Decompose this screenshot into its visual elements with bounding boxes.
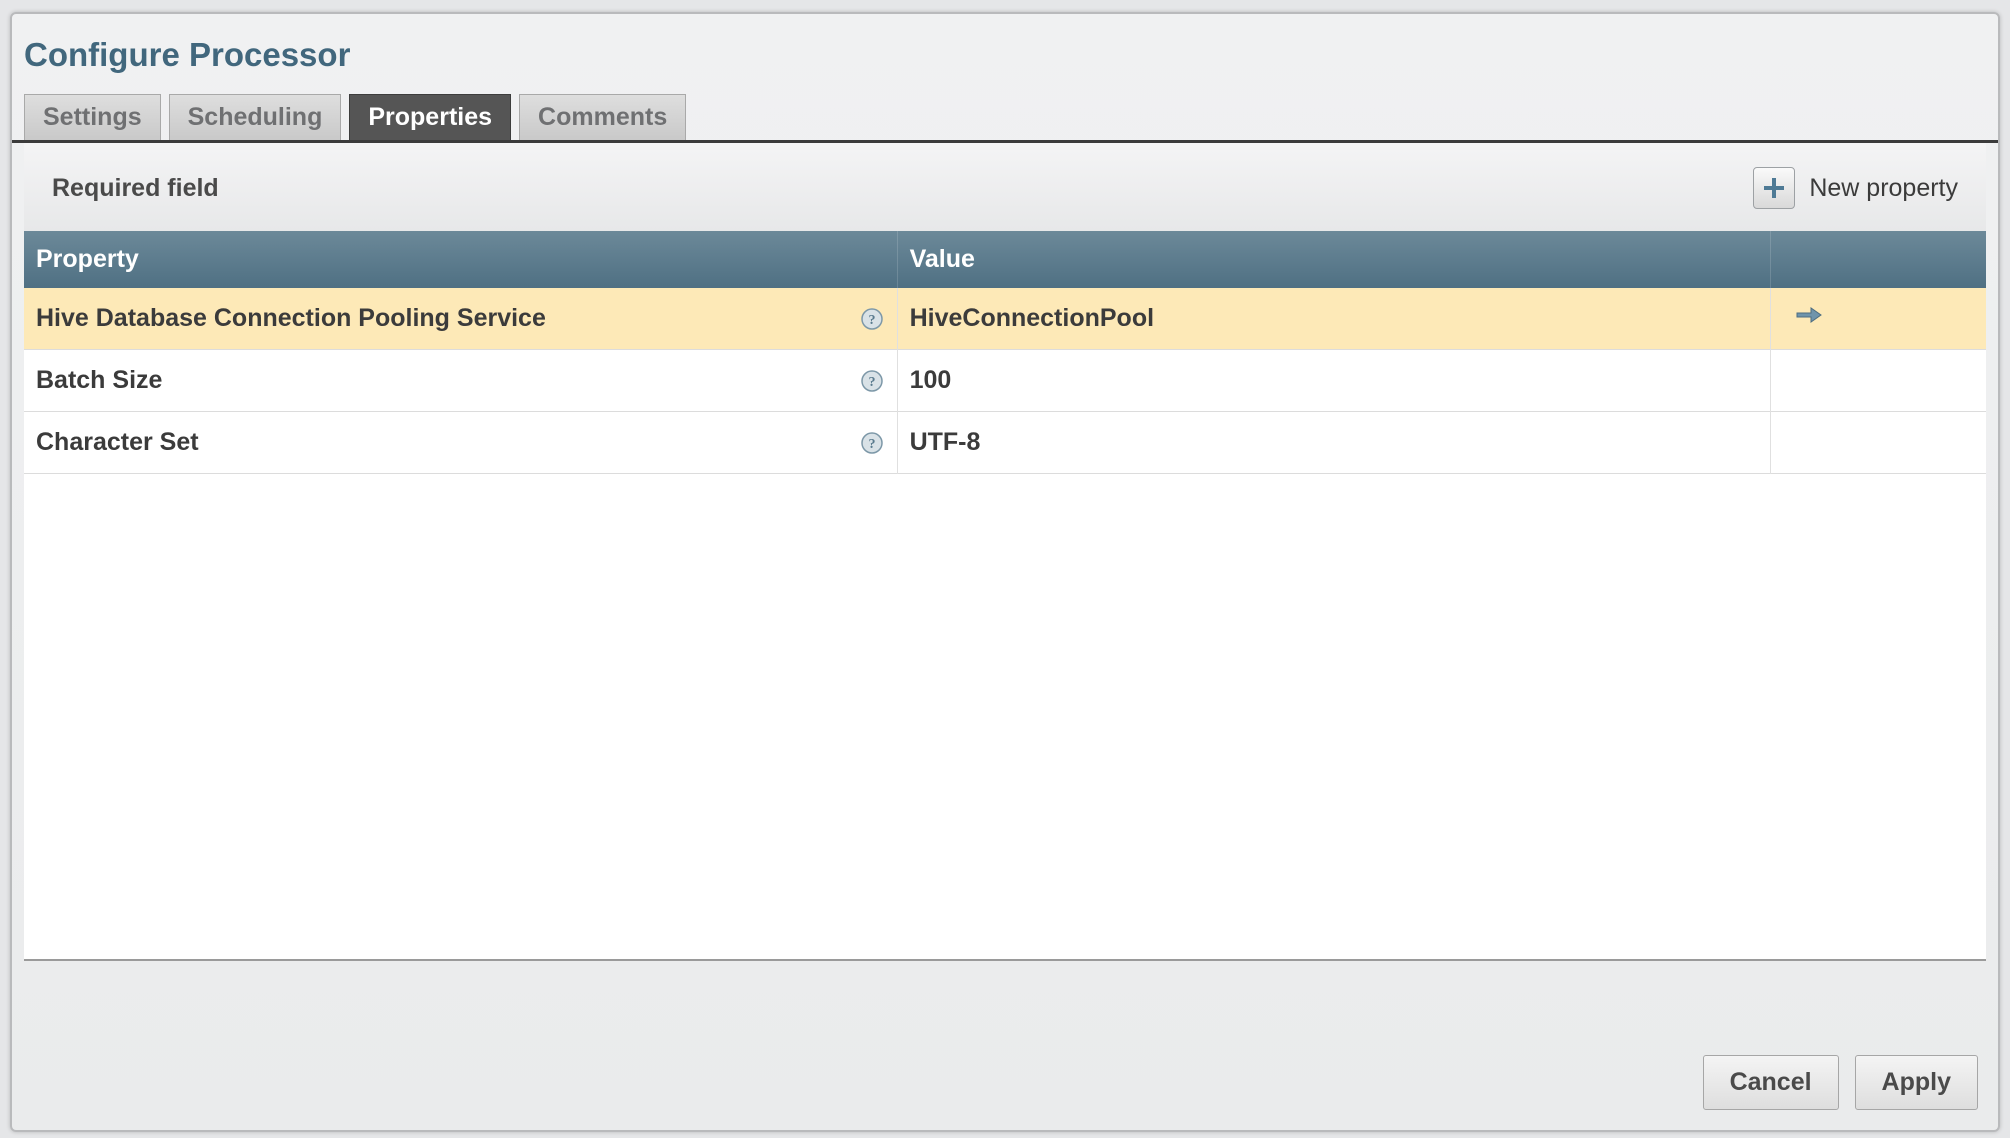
table-row[interactable]: Batch Size ? 100 [24, 350, 1986, 412]
property-name: Character Set [36, 428, 199, 456]
svg-text:?: ? [868, 437, 875, 452]
help-icon[interactable]: ? [861, 432, 883, 454]
properties-table: Property Value Hive Database Connection … [24, 231, 1986, 474]
new-property-button[interactable]: New property [1753, 167, 1958, 209]
column-header-value: Value [897, 231, 1770, 288]
tab-properties[interactable]: Properties [349, 94, 511, 140]
goto-arrow-icon[interactable] [1795, 304, 1823, 326]
property-name: Hive Database Connection Pooling Service [36, 304, 546, 332]
configure-processor-dialog: Configure Processor Settings Scheduling … [10, 12, 2000, 1132]
required-field-label: Required field [52, 174, 219, 203]
column-header-property: Property [24, 231, 897, 288]
property-value-cell[interactable]: HiveConnectionPool [897, 288, 1770, 350]
property-name: Batch Size [36, 366, 162, 394]
property-value: UTF-8 [910, 428, 981, 456]
help-icon[interactable]: ? [861, 370, 883, 392]
tab-comments[interactable]: Comments [519, 94, 686, 140]
properties-table-container: Property Value Hive Database Connection … [24, 231, 1986, 961]
column-header-actions [1770, 231, 1986, 288]
property-value-cell[interactable]: 100 [897, 350, 1770, 412]
property-name-cell: Batch Size ? [24, 350, 897, 412]
table-row[interactable]: Character Set ? UTF-8 [24, 412, 1986, 474]
dialog-footer: Cancel Apply [1703, 1055, 1978, 1110]
property-name-cell: Character Set ? [24, 412, 897, 474]
properties-toolbar: Required field New property [24, 143, 1986, 231]
svg-text:?: ? [868, 313, 875, 328]
property-action-cell [1770, 412, 1986, 474]
table-row[interactable]: Hive Database Connection Pooling Service… [24, 288, 1986, 350]
property-action-cell [1770, 350, 1986, 412]
property-value: HiveConnectionPool [910, 304, 1154, 332]
plus-icon [1753, 167, 1795, 209]
property-value: 100 [910, 366, 952, 394]
new-property-label: New property [1809, 174, 1958, 203]
tab-settings[interactable]: Settings [24, 94, 161, 140]
property-action-cell [1770, 288, 1986, 350]
svg-text:?: ? [868, 375, 875, 390]
property-name-cell: Hive Database Connection Pooling Service… [24, 288, 897, 350]
cancel-button[interactable]: Cancel [1703, 1055, 1839, 1110]
dialog-title: Configure Processor [12, 14, 1998, 94]
help-icon[interactable]: ? [861, 308, 883, 330]
tab-body-properties: Required field New property Prope [12, 143, 1998, 961]
property-value-cell[interactable]: UTF-8 [897, 412, 1770, 474]
tab-scheduling[interactable]: Scheduling [169, 94, 342, 140]
tabs: Settings Scheduling Properties Comments [12, 94, 1998, 143]
apply-button[interactable]: Apply [1855, 1055, 1978, 1110]
